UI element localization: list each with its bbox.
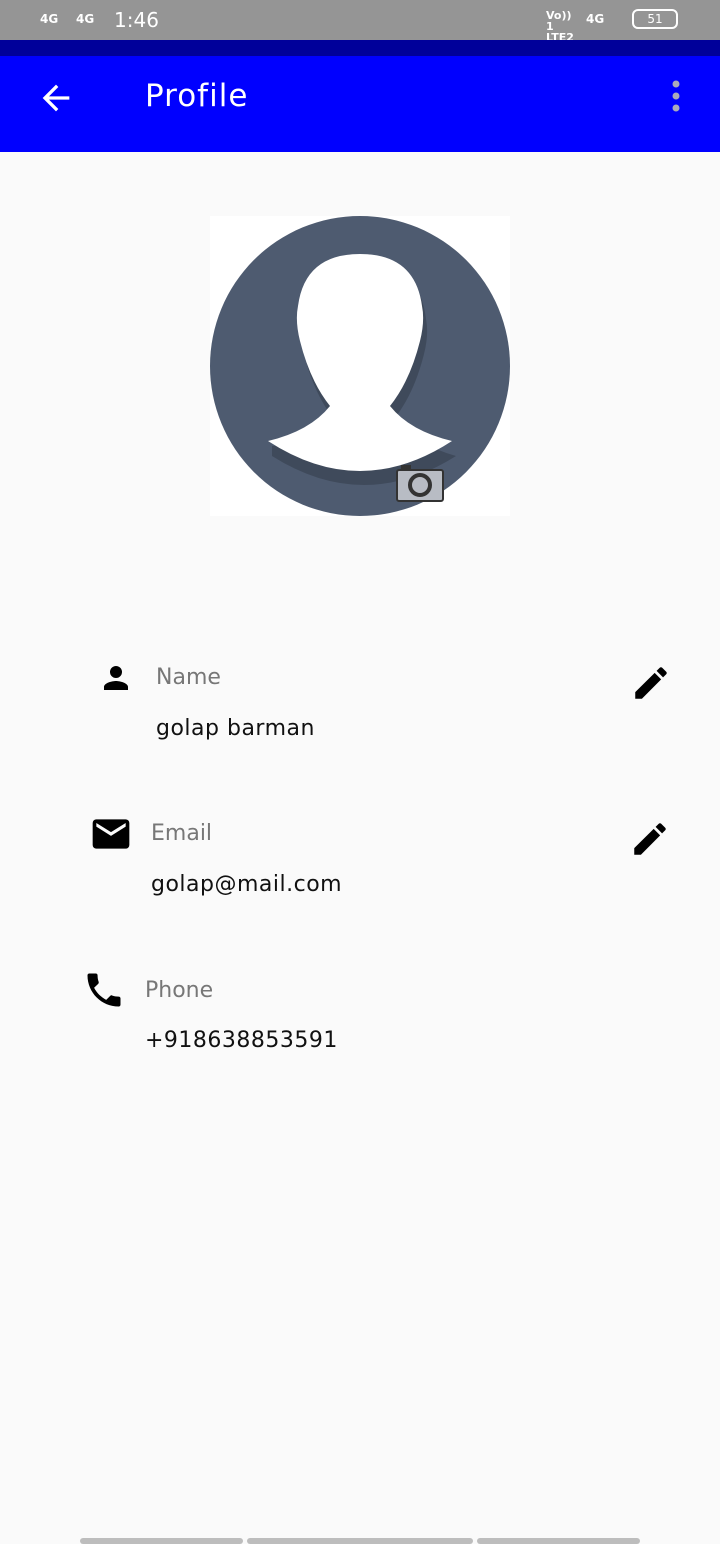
status-time: 1:46: [114, 8, 159, 32]
nav-bar-segment-right[interactable]: [477, 1538, 640, 1544]
app-bar: Profile: [0, 56, 720, 152]
person-icon: [104, 666, 128, 690]
email-value: golap@mail.com: [151, 872, 343, 897]
status-bar: 4G 4G 1:46 Vo)) 1 LTE2 4G 51: [0, 0, 720, 44]
more-vert-icon[interactable]: [664, 78, 688, 118]
nav-bar-segment-left[interactable]: [80, 1538, 243, 1544]
phone-icon: [87, 973, 121, 1007]
page-title: Profile: [145, 78, 249, 114]
edit-name-pencil-icon[interactable]: [630, 662, 672, 704]
mail-icon: [92, 819, 130, 849]
arrow-left-icon[interactable]: [36, 78, 76, 118]
volte: Vo)) 1 LTE2: [546, 9, 574, 44]
signal-2: 4G: [76, 12, 95, 26]
signal-3: 4G: [586, 12, 605, 26]
battery: 51: [632, 9, 678, 29]
edit-email-pencil-icon[interactable]: [629, 818, 671, 860]
phone-value: +918638853591: [145, 1028, 338, 1053]
status-bar-strip: [0, 40, 720, 56]
name-value: golap barman: [156, 716, 315, 741]
camera-icon[interactable]: [396, 464, 444, 502]
signal-1: 4G: [40, 12, 59, 26]
profile-avatar[interactable]: [210, 216, 510, 516]
nav-bar-segment-center[interactable]: [247, 1538, 473, 1544]
email-label: Email: [151, 821, 213, 846]
phone-label: Phone: [145, 978, 214, 1003]
name-label: Name: [156, 665, 221, 690]
